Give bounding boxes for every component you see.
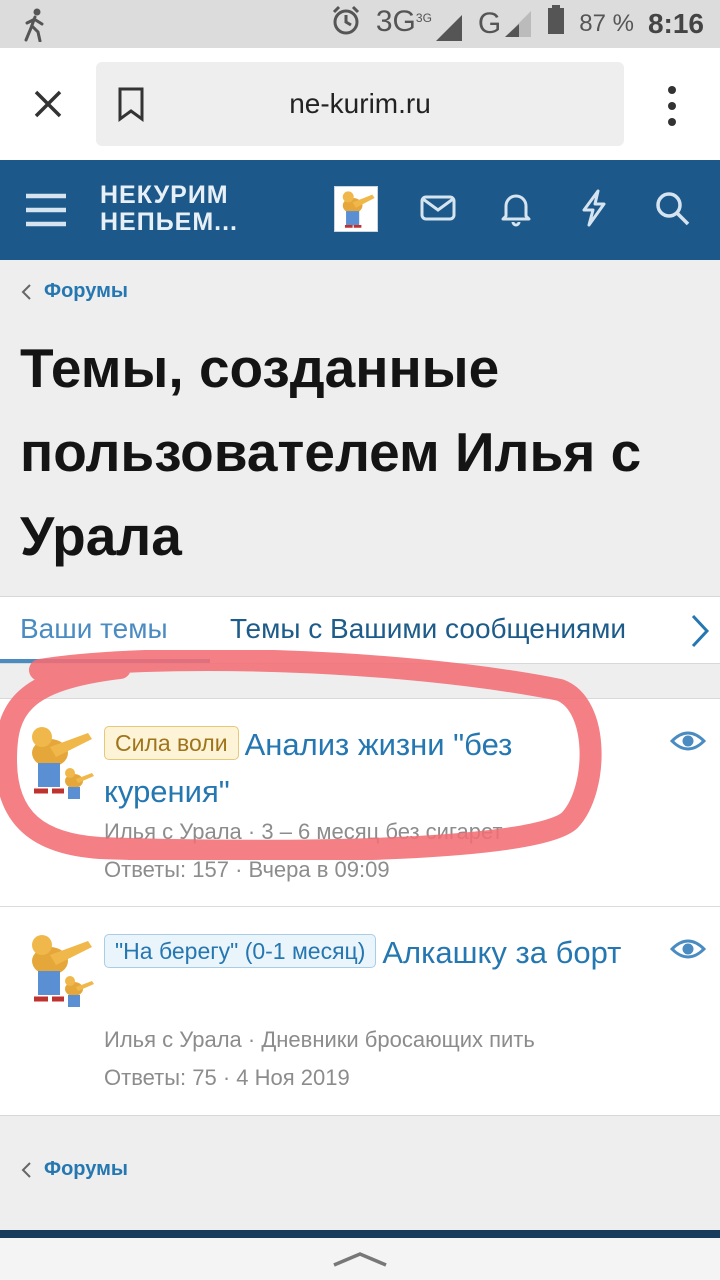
breadcrumb-forums-link[interactable]: Форумы (44, 280, 128, 303)
thread-meta-line: Илья с Урала · Дневники бросающих пить (104, 1027, 535, 1052)
network-3g-indicator: 3G 3G (376, 5, 464, 43)
alerts-button[interactable] (496, 188, 536, 228)
watch-thread-button[interactable] (669, 729, 707, 753)
avatar-icon (32, 727, 94, 799)
avatar-icon (32, 935, 94, 1007)
site-header: НЕКУРИМ НЕПЬЕМ... (0, 160, 720, 260)
tab-bar: Ваши темы Темы с Вашими сообщениями (0, 596, 720, 664)
eye-icon (669, 939, 707, 959)
breadcrumb[interactable]: Форумы (20, 280, 128, 303)
eye-icon (669, 731, 707, 751)
walking-person-icon (22, 8, 48, 47)
hamburger-icon (26, 193, 66, 227)
watch-thread-button[interactable] (669, 937, 707, 961)
address-bar[interactable]: ne-kurim.ru (96, 62, 624, 146)
thread-author-avatar[interactable] (22, 929, 98, 1013)
search-button[interactable] (652, 188, 692, 228)
envelope-icon (420, 195, 456, 221)
thread-item[interactable]: "На берегу" (0-1 месяц) Алкашку за борт И… (0, 907, 720, 1115)
thread-author[interactable]: Илья с Урала (104, 819, 242, 844)
browser-toolbar: ne-kurim.ru (0, 48, 720, 160)
status-bar: 3G 3G G 87 % 8:16 (0, 0, 720, 48)
thread-stats-line: Ответы: 157 · Вчера в 09:09 (104, 857, 390, 882)
active-tab-indicator (0, 659, 210, 663)
alarm-icon (330, 4, 362, 44)
page-title: Темы, созданные пользователем Илья с Ура… (20, 337, 642, 567)
bottom-sheet-handle[interactable] (0, 1238, 720, 1280)
network-g-indicator: G (478, 7, 533, 41)
chevron-right-icon (691, 614, 710, 648)
url-text: ne-kurim.ru (289, 88, 431, 119)
chevron-left-icon (21, 1161, 31, 1178)
signal-weak-icon (505, 11, 532, 37)
more-vertical-icon (668, 86, 676, 126)
site-logo[interactable]: НЕКУРИМ НЕПЬЕМ... (100, 182, 238, 236)
thread-forum[interactable]: 3 – 6 месяц без сигарет (261, 819, 502, 844)
tab-your-threads[interactable]: Ваши темы (20, 613, 168, 645)
close-icon (34, 90, 62, 118)
menu-button[interactable] (24, 190, 68, 230)
avatar-icon (342, 191, 375, 228)
logo-line-2: НЕПЬЕМ... (100, 208, 239, 236)
close-tab-button[interactable] (28, 84, 68, 124)
signal-icon (435, 15, 462, 41)
thread-title-link[interactable]: Алкашку за борт (382, 935, 621, 970)
thread-last-post[interactable]: Вчера в 09:09 (249, 857, 390, 882)
footer-breadcrumb-forums-link[interactable]: Форумы (44, 1158, 128, 1181)
thread-replies: Ответы: 75 (104, 1065, 217, 1090)
lightning-icon (582, 189, 606, 227)
network-g-label: G (477, 7, 502, 40)
thread-stats-line: Ответы: 75 · 4 Ноя 2019 (104, 1065, 350, 1090)
thread-title-block: "На берегу" (0-1 месяц) Алкашку за борт (104, 929, 634, 976)
thread-prefix-label[interactable]: "На берегу" (0-1 месяц) (104, 934, 377, 968)
thread-title-block: Сила воли Анализ жизни "без курения" (104, 721, 634, 815)
battery-percent: 87 % (579, 10, 634, 37)
thread-forum[interactable]: Дневники бросающих пить (261, 1027, 535, 1052)
chevron-left-icon (21, 283, 31, 300)
network-3g-label: 3G (375, 5, 416, 38)
thread-last-post[interactable]: 4 Ноя 2019 (236, 1065, 349, 1090)
whats-new-button[interactable] (574, 188, 614, 228)
tab-threads-with-your-posts[interactable]: Темы с Вашими сообщениями (230, 613, 666, 645)
thread-author-avatar[interactable] (22, 721, 98, 805)
bell-icon (501, 194, 531, 227)
clock-time: 8:16 (647, 8, 704, 39)
thread-author[interactable]: Илья с Урала (104, 1027, 242, 1052)
thread-meta-line: Илья с Урала · 3 – 6 месяц без сигарет (104, 819, 503, 844)
thread-prefix-label[interactable]: Сила воли (104, 726, 239, 760)
network-3g-superscript: 3G (415, 11, 432, 25)
thread-list: Сила воли Анализ жизни "без курения" Илья… (0, 698, 720, 1116)
site-footer-edge (0, 1230, 720, 1238)
browser-menu-button[interactable] (662, 84, 682, 128)
battery-icon (547, 5, 565, 43)
search-icon (656, 192, 690, 226)
thread-item[interactable]: Сила воли Анализ жизни "без курения" Илья… (0, 699, 720, 907)
logo-line-1: НЕКУРИМ (100, 181, 229, 209)
inbox-button[interactable] (418, 188, 458, 228)
chevron-up-icon (330, 1250, 390, 1268)
tabs-scroll-right-button[interactable] (688, 613, 712, 649)
footer-breadcrumb[interactable]: Форумы (20, 1158, 128, 1181)
user-avatar[interactable] (334, 186, 378, 232)
thread-replies: Ответы: 157 (104, 857, 229, 882)
